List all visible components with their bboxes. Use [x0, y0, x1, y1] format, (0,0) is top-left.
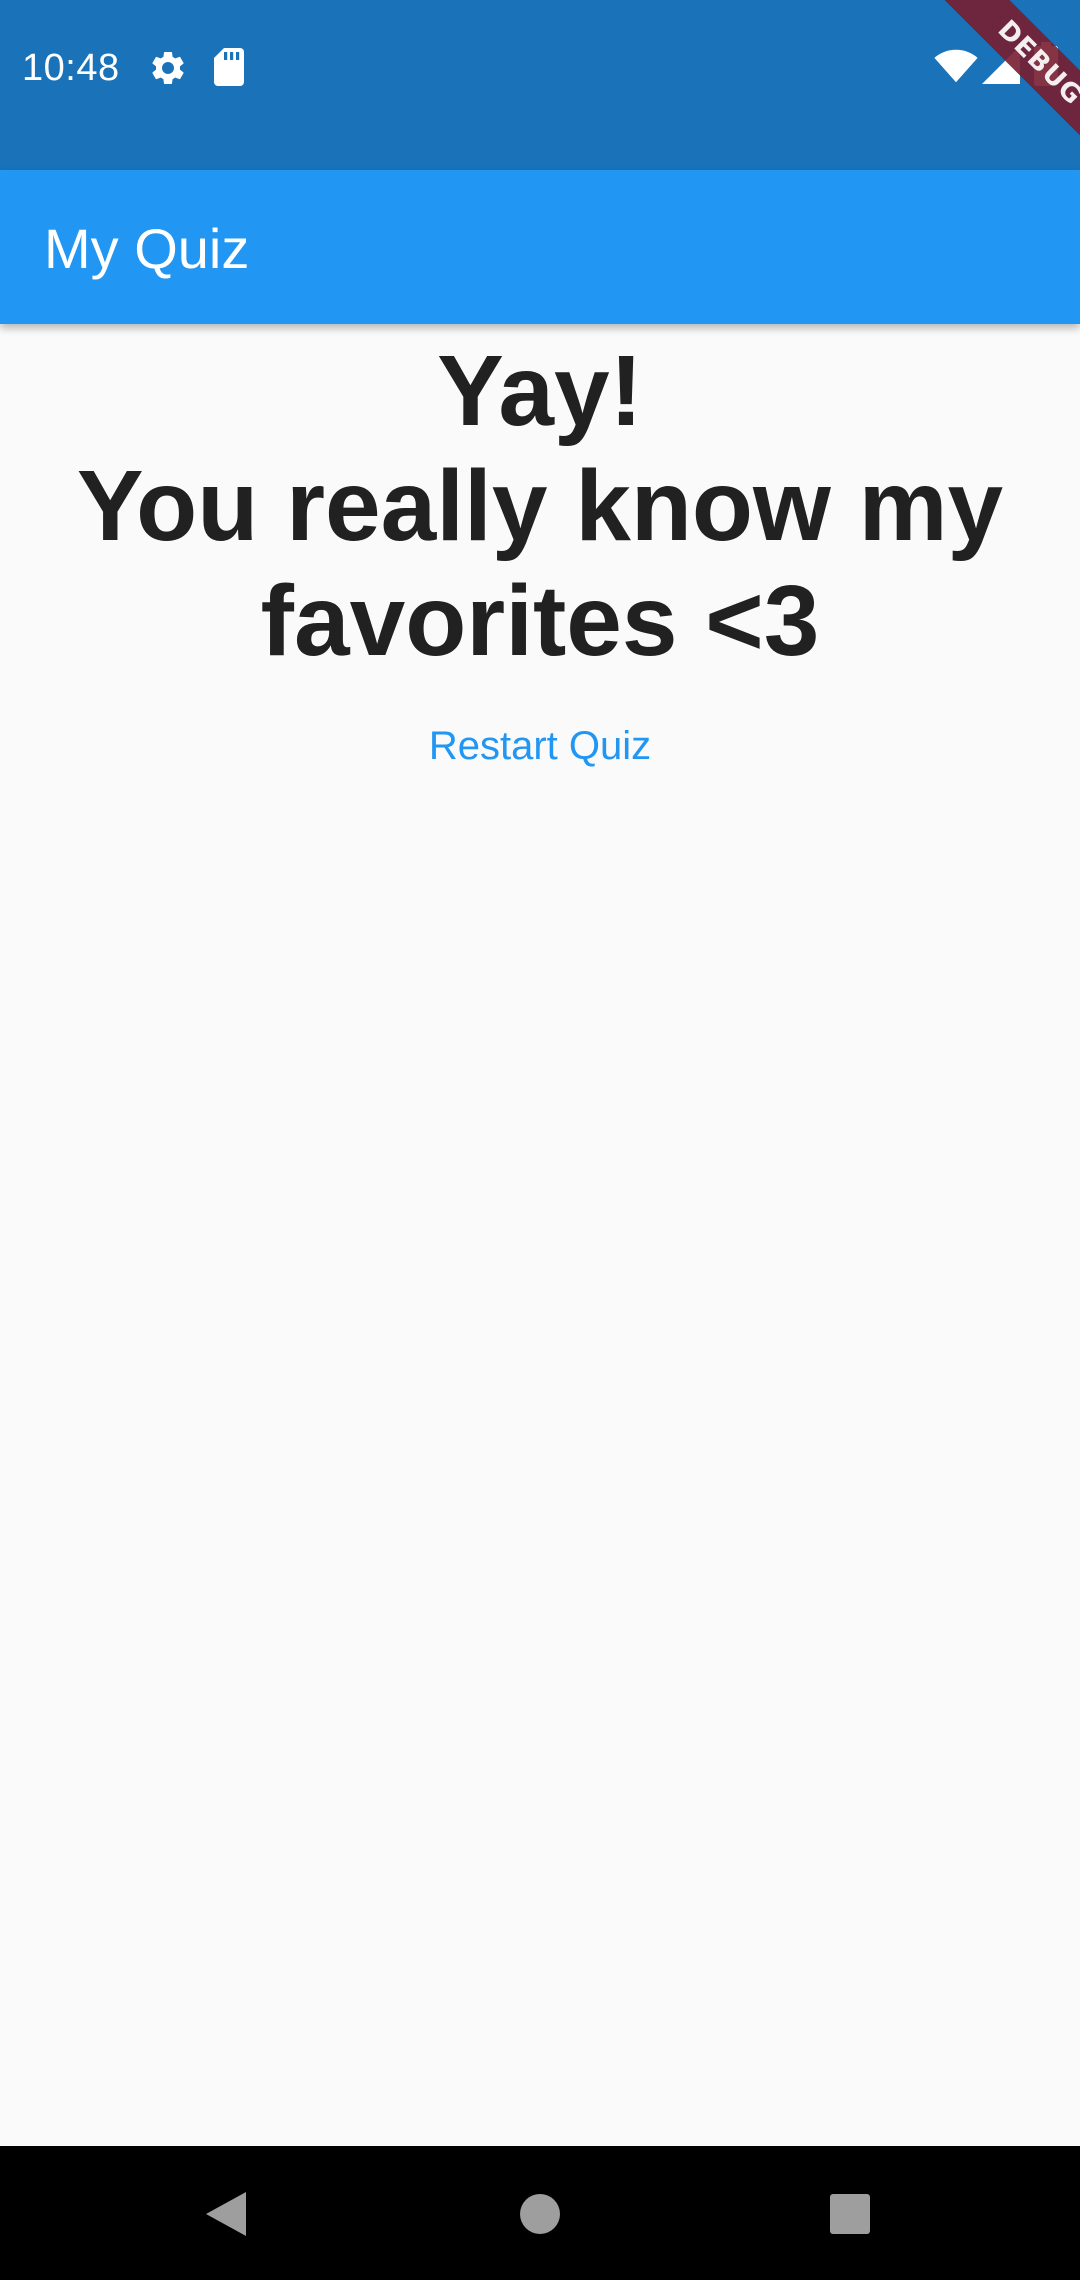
status-bar: 10:48 DEBUG [0, 0, 1080, 170]
back-icon[interactable] [184, 2172, 268, 2256]
navigation-bar [0, 2146, 1080, 2280]
restart-quiz-button[interactable]: Restart Quiz [390, 704, 690, 788]
app-title: My Quiz [44, 217, 250, 280]
sd-card-icon [214, 48, 244, 86]
settings-icon [152, 51, 184, 84]
result-message: Yay! You really know my favorites <3 [76, 335, 1004, 677]
debug-banner: DEBUG [920, 0, 1080, 160]
debug-label: DEBUG [938, 0, 1080, 160]
main-content: Yay! You really know my favorites <3 Res… [0, 324, 1080, 2146]
app-bar: My Quiz [0, 170, 1080, 324]
status-time: 10:48 [22, 47, 120, 89]
recents-icon[interactable] [808, 2172, 892, 2256]
home-icon[interactable] [498, 2172, 582, 2256]
